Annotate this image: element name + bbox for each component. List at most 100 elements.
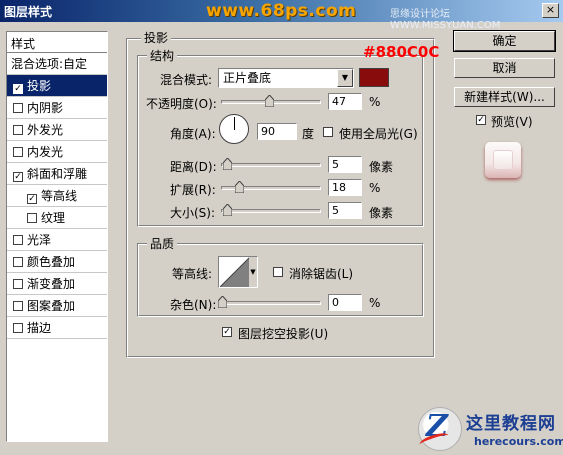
knockout-label: 图层挖空投影(U) — [238, 327, 329, 341]
size-slider[interactable] — [221, 204, 321, 216]
shadow-color-swatch[interactable] — [359, 68, 389, 87]
size-input[interactable]: 5 — [328, 202, 362, 219]
style-item-label: 等高线 — [41, 189, 78, 203]
bevel-emboss-checkbox[interactable]: ✓ — [13, 172, 23, 182]
angle-dial[interactable] — [219, 114, 249, 144]
slider-thumb[interactable] — [223, 204, 232, 216]
style-item-stroke[interactable]: 描边 — [7, 317, 107, 339]
opacity-unit: % — [369, 95, 381, 109]
pattern-overlay-checkbox[interactable] — [13, 301, 23, 311]
site-logo: Z 这里教程网 herecours.com — [418, 405, 563, 455]
style-item-inner-glow[interactable]: 内发光 — [7, 141, 107, 163]
knockout-checkbox[interactable]: ✓ — [222, 327, 232, 337]
angle-unit: 度 — [302, 127, 315, 141]
gradient-overlay-checkbox[interactable] — [13, 279, 23, 289]
style-item-label: 颜色叠加 — [27, 255, 76, 269]
preview-checkbox[interactable]: ✓ — [476, 115, 486, 125]
contour-checkbox[interactable]: ✓ — [27, 194, 37, 204]
style-item-label: 描边 — [27, 321, 52, 335]
opacity-input[interactable]: 47 — [328, 93, 362, 110]
style-preview-thumbnail — [479, 134, 527, 186]
preview-label: 预览(V) — [491, 115, 533, 129]
style-item-texture[interactable]: 纹理 — [7, 207, 107, 229]
contour-picker[interactable]: ▼ — [218, 256, 258, 288]
logo-url: herecours.com — [474, 435, 563, 448]
style-item-label: 纹理 — [41, 211, 66, 225]
anti-alias-label: 消除锯齿(L) — [289, 267, 354, 281]
color-annotation: #880C0C — [363, 43, 440, 61]
style-item-label: 图案叠加 — [27, 299, 76, 313]
distance-input[interactable]: 5 — [328, 156, 362, 173]
styles-list: 样式 混合选项:自定 ✓ 投影 内阴影 外发光 内发光 ✓ 斜面和浮雕 ✓ 等高线 纹… — [6, 31, 108, 442]
style-item-label: 内阴影 — [27, 101, 64, 115]
style-item-label: 斜面和浮雕 — [27, 167, 88, 181]
size-unit: 像素 — [369, 206, 394, 220]
distance-unit: 像素 — [369, 160, 394, 174]
slider-thumb[interactable] — [223, 158, 232, 170]
texture-checkbox[interactable] — [27, 213, 37, 223]
inner-shadow-checkbox[interactable] — [13, 103, 23, 113]
contour-curve-icon — [220, 257, 250, 287]
style-item-outer-glow[interactable]: 外发光 — [7, 119, 107, 141]
chevron-down-icon: ▼ — [249, 257, 257, 287]
style-item-drop-shadow[interactable]: ✓ 投影 — [7, 75, 107, 97]
style-item-blend-options[interactable]: 混合选项:自定 — [7, 53, 107, 75]
global-light-checkbox[interactable] — [323, 127, 333, 137]
contour-label: 等高线: — [172, 267, 213, 281]
angle-needle — [234, 117, 235, 130]
cancel-button[interactable]: 取消 — [454, 58, 555, 78]
slider-thumb[interactable] — [265, 95, 274, 107]
style-item-label: 光泽 — [27, 233, 52, 247]
style-item-label: 内发光 — [27, 145, 64, 159]
spread-input[interactable]: 18 — [328, 179, 362, 196]
spread-label: 扩展(R): — [170, 183, 216, 197]
style-item-satin[interactable]: 光泽 — [7, 229, 107, 251]
stroke-checkbox[interactable] — [13, 323, 23, 333]
structure-title: 结构 — [147, 47, 178, 64]
noise-input[interactable]: 0 — [328, 294, 362, 311]
title-bar: 图层样式 www.68ps.com 思缘设计论坛 WWW.MISSYUAN.CO… — [0, 0, 563, 31]
angle-input[interactable]: 90 — [257, 123, 297, 140]
logo-name: 这里教程网 — [466, 414, 556, 434]
new-style-button[interactable]: 新建样式(W)... — [454, 87, 555, 107]
angle-label: 角度(A): — [170, 127, 216, 141]
anti-alias-checkbox[interactable] — [273, 267, 283, 277]
drop-shadow-title: 投影 — [141, 29, 172, 46]
style-item-pattern-overlay[interactable]: 图案叠加 — [7, 295, 107, 317]
slider-thumb[interactable] — [218, 296, 227, 308]
spread-unit: % — [369, 181, 381, 195]
close-button[interactable]: × — [542, 3, 559, 18]
window-title: 图层样式 — [4, 5, 53, 19]
noise-unit: % — [369, 296, 381, 310]
blend-mode-label: 混合模式: — [160, 73, 213, 87]
size-label: 大小(S): — [170, 206, 216, 220]
satin-checkbox[interactable] — [13, 235, 23, 245]
opacity-slider[interactable] — [221, 95, 321, 107]
global-light-label: 使用全局光(G) — [339, 127, 418, 141]
preview-inner — [493, 150, 513, 170]
noise-label: 杂色(N): — [170, 298, 217, 312]
style-item-color-overlay[interactable]: 颜色叠加 — [7, 251, 107, 273]
style-item-bevel-emboss[interactable]: ✓ 斜面和浮雕 — [7, 163, 107, 185]
styles-list-header: 样式 — [7, 32, 107, 53]
distance-slider[interactable] — [221, 158, 321, 170]
outer-glow-checkbox[interactable] — [13, 125, 23, 135]
color-overlay-checkbox[interactable] — [13, 257, 23, 267]
ok-button[interactable]: 确定 — [453, 30, 556, 52]
blend-mode-select[interactable]: 正片叠底 ▼ — [218, 68, 354, 88]
drop-shadow-checkbox[interactable]: ✓ — [13, 84, 23, 94]
chevron-down-icon: ▼ — [337, 69, 353, 87]
style-item-contour[interactable]: ✓ 等高线 — [7, 185, 107, 207]
slider-thumb[interactable] — [235, 181, 244, 193]
distance-label: 距离(D): — [170, 160, 217, 174]
style-item-gradient-overlay[interactable]: 渐变叠加 — [7, 273, 107, 295]
style-item-inner-shadow[interactable]: 内阴影 — [7, 97, 107, 119]
noise-slider[interactable] — [218, 296, 321, 308]
watermark-forum: 思缘设计论坛 WWW.MISSYUAN.COM — [390, 9, 501, 31]
opacity-label: 不透明度(O): — [146, 97, 217, 111]
style-item-label: 渐变叠加 — [27, 277, 76, 291]
quality-title: 品质 — [147, 235, 178, 252]
watermark-site: www.68ps.com — [206, 1, 357, 21]
inner-glow-checkbox[interactable] — [13, 147, 23, 157]
spread-slider[interactable] — [221, 181, 321, 193]
